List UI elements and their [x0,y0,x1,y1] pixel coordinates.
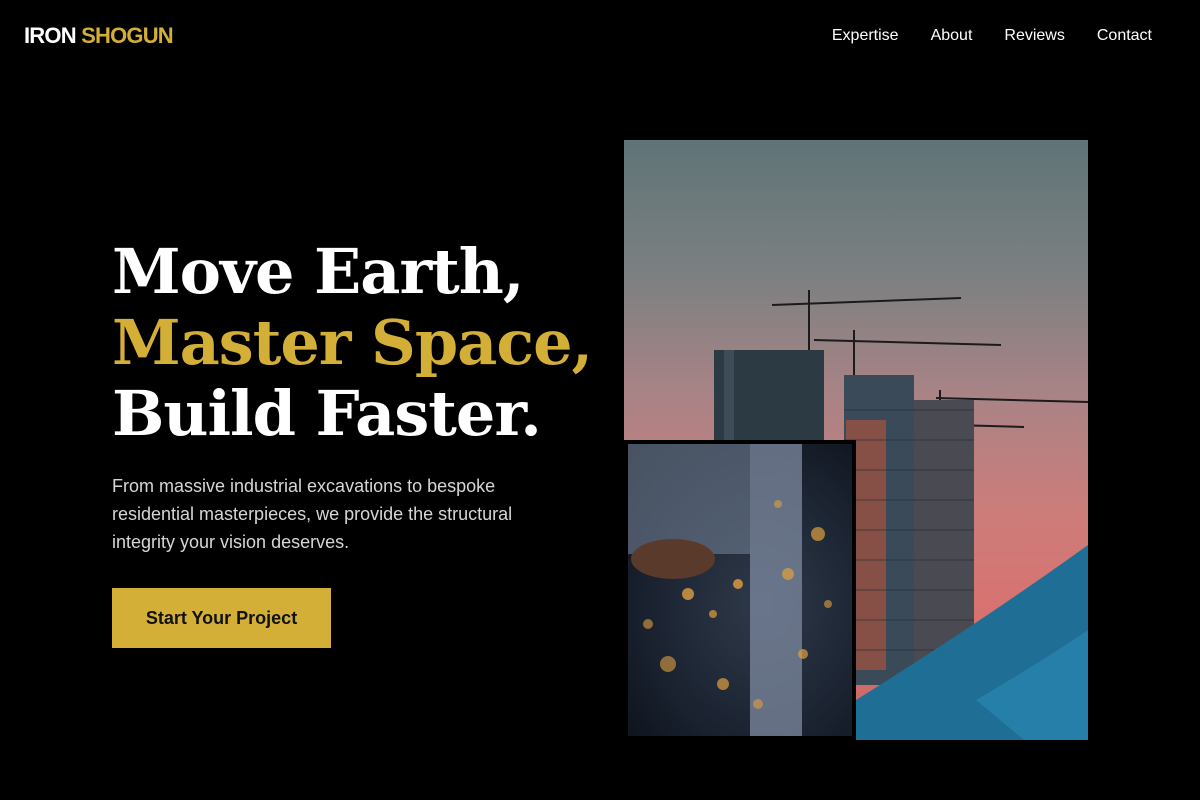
brand-word-shogun: SHOGUN [81,23,174,48]
headline-line-1: Move Earth, [112,235,524,308]
headline-line-2: Master Space, [112,306,593,379]
main-nav: Expertise About Reviews Contact [832,25,1152,47]
nav-link-reviews[interactable]: Reviews [1004,25,1064,47]
nav-link-contact[interactable]: Contact [1097,25,1152,47]
brand-word-iron: IRON [24,23,77,48]
brand-logo[interactable]: IRON SHOGUN [24,22,174,50]
headline-line-3: Build Faster. [112,377,542,450]
start-project-button[interactable]: Start Your Project [112,588,331,648]
nav-link-about[interactable]: About [931,25,973,47]
nav-link-expertise[interactable]: Expertise [832,25,899,47]
hero-headline: Move Earth, Master Space, Build Faster. [112,235,593,450]
sparks-illustration [628,444,832,736]
welding-sparks-photo [624,440,856,740]
hero-subtitle: From massive industrial excavations to b… [112,476,513,552]
